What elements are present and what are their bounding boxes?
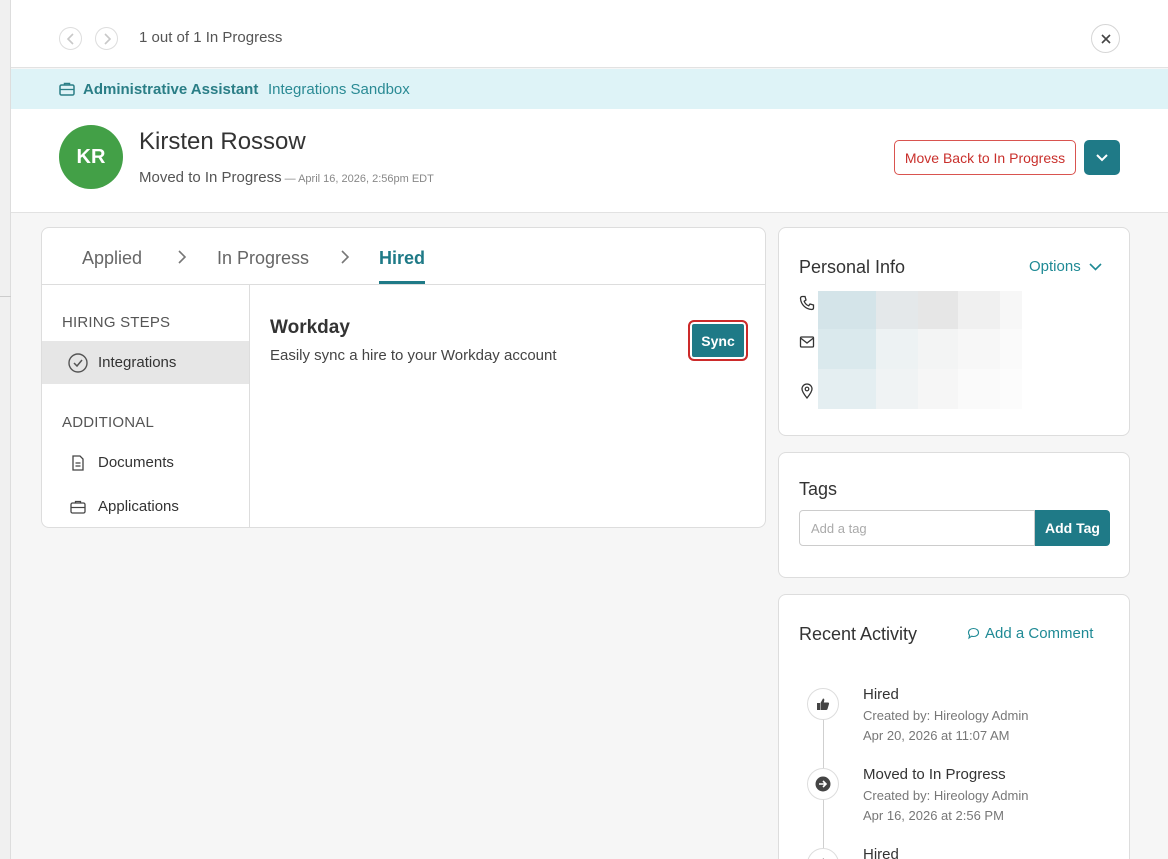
activity-time: Apr 20, 2026 at 11:07 AM bbox=[863, 728, 1010, 743]
sidebar-item-label: Applications bbox=[98, 498, 179, 515]
activity-author: Created by: Hireology Admin bbox=[863, 788, 1029, 803]
active-tab-indicator bbox=[379, 281, 425, 284]
close-button[interactable] bbox=[1091, 24, 1120, 53]
integration-title: Workday bbox=[270, 317, 350, 338]
sidebar-item-label: Documents bbox=[98, 454, 174, 471]
recent-activity-title: Recent Activity bbox=[799, 624, 918, 644]
thumbs-up-icon bbox=[807, 848, 839, 859]
sidebar-item-applications[interactable]: Applications bbox=[42, 485, 249, 527]
phone-icon bbox=[799, 295, 815, 311]
top-bar: 1 out of 1 In Progress bbox=[11, 0, 1168, 68]
actions-dropdown-button[interactable] bbox=[1084, 140, 1120, 175]
avatar: KR bbox=[59, 125, 123, 189]
add-comment-link[interactable]: Add a Comment bbox=[967, 625, 1093, 642]
sync-button[interactable]: Sync bbox=[688, 320, 748, 361]
add-tag-input[interactable] bbox=[799, 510, 1035, 546]
candidate-status: Moved to In Progress — April 16, 2026, 2… bbox=[139, 169, 434, 186]
options-label: Options bbox=[1029, 258, 1081, 275]
tags-title: Tags bbox=[799, 479, 838, 499]
hiring-card: Applied In Progress Hired HIRING STEPS I… bbox=[41, 227, 766, 528]
move-back-button[interactable]: Move Back to In Progress bbox=[894, 140, 1076, 175]
sidebar-item-documents[interactable]: Documents bbox=[42, 441, 249, 484]
pager-text: 1 out of 1 In Progress bbox=[139, 29, 283, 46]
recent-activity-card: Recent Activity Add a Comment Hired Crea… bbox=[778, 594, 1130, 859]
briefcase-icon bbox=[59, 82, 75, 96]
personal-info-title: Personal Info bbox=[799, 257, 906, 277]
chevron-right-icon bbox=[341, 250, 350, 264]
sidebar-item-label: Integrations bbox=[98, 354, 177, 371]
left-background-strip bbox=[0, 0, 11, 859]
candidate-status-text: Moved to In Progress bbox=[139, 169, 282, 186]
next-candidate-button[interactable] bbox=[95, 27, 118, 50]
mail-icon bbox=[799, 336, 815, 348]
job-title-link[interactable]: Administrative Assistant bbox=[83, 81, 258, 98]
previous-candidate-button[interactable] bbox=[59, 27, 82, 50]
activity-title: Hired bbox=[863, 686, 899, 703]
job-location-link[interactable]: Integrations Sandbox bbox=[268, 81, 410, 98]
sidebar-item-integrations[interactable]: Integrations bbox=[42, 341, 249, 384]
chevron-left-icon bbox=[66, 32, 74, 45]
activity-title: Hired bbox=[863, 846, 899, 859]
candidate-header: KR Kirsten Rossow Moved to In Progress —… bbox=[11, 109, 1168, 213]
activity-author: Created by: Hireology Admin bbox=[863, 708, 1029, 723]
document-icon bbox=[68, 453, 88, 473]
location-pin-icon bbox=[801, 383, 813, 399]
stage-tabs: Applied In Progress Hired bbox=[42, 228, 765, 285]
hiring-steps-heading: HIRING STEPS bbox=[62, 314, 171, 331]
activity-time: Apr 16, 2026 at 2:56 PM bbox=[863, 808, 1004, 823]
check-circle-icon bbox=[68, 352, 88, 373]
candidate-panel: 1 out of 1 In Progress Administrative As… bbox=[11, 0, 1168, 859]
chevron-right-icon bbox=[178, 250, 187, 264]
additional-heading: ADDITIONAL bbox=[62, 414, 155, 431]
redacted-contact-info bbox=[818, 291, 1023, 418]
add-tag-button[interactable]: Add Tag bbox=[1035, 510, 1110, 546]
tags-card: Tags Add Tag bbox=[778, 452, 1130, 578]
candidate-name: Kirsten Rossow bbox=[139, 128, 306, 155]
options-dropdown[interactable]: Options bbox=[1029, 258, 1102, 275]
candidate-status-date: — April 16, 2026, 2:56pm EDT bbox=[281, 173, 434, 185]
chevron-right-icon bbox=[103, 32, 111, 45]
briefcase-icon bbox=[68, 497, 88, 517]
hiring-sidenav: HIRING STEPS Integrations ADDITIONAL Doc… bbox=[42, 285, 250, 527]
add-comment-label: Add a Comment bbox=[985, 625, 1094, 642]
chevron-down-icon bbox=[1089, 262, 1102, 271]
tab-in-progress[interactable]: In Progress bbox=[217, 248, 309, 269]
workday-integration: Workday Easily sync a hire to your Workd… bbox=[270, 317, 557, 364]
tab-hired[interactable]: Hired bbox=[379, 248, 425, 269]
arrow-right-icon bbox=[807, 768, 839, 800]
strip-divider bbox=[0, 296, 11, 297]
thumbs-up-icon bbox=[807, 688, 839, 720]
comment-icon bbox=[967, 627, 980, 640]
close-icon bbox=[1100, 33, 1111, 44]
chevron-down-icon bbox=[1096, 153, 1108, 161]
personal-info-card: Personal Info Options bbox=[778, 227, 1130, 436]
tab-applied[interactable]: Applied bbox=[82, 248, 142, 269]
integration-description: Easily sync a hire to your Workday accou… bbox=[270, 347, 557, 364]
job-bar: Administrative Assistant Integrations Sa… bbox=[11, 69, 1168, 109]
activity-title: Moved to In Progress bbox=[863, 766, 1006, 783]
